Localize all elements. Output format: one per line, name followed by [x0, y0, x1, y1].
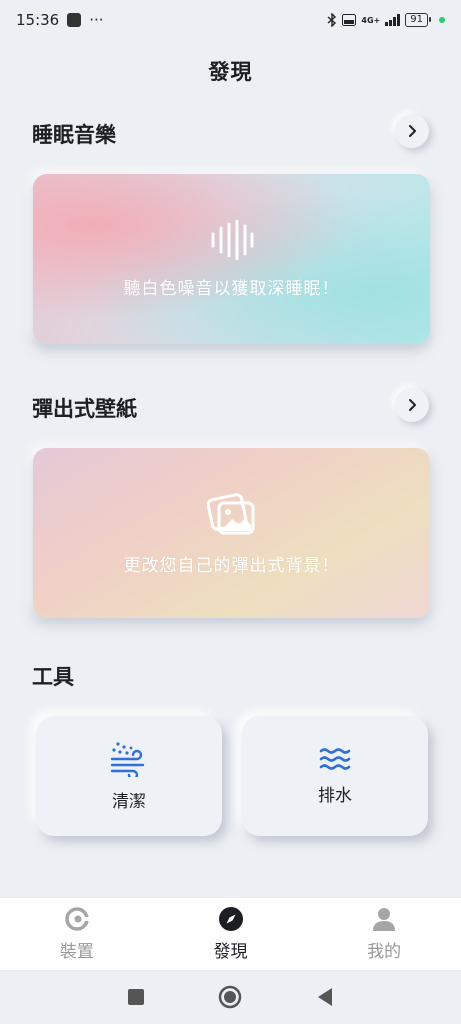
person-icon	[373, 908, 396, 931]
bluetooth-icon	[327, 13, 337, 27]
signal-strength-icon	[385, 14, 401, 26]
nav-item-device[interactable]: 裝置	[0, 898, 154, 970]
back-icon[interactable]	[316, 987, 334, 1007]
nav-label-device: 裝置	[59, 942, 94, 962]
more-notifications-icon: ···	[89, 11, 104, 29]
cleaning-tool-button[interactable]: 清潔	[36, 716, 222, 836]
water-waves-icon	[319, 747, 351, 770]
popup-wallpaper-card[interactable]: 更改您自己的彈出式背景！	[33, 448, 430, 618]
battery-level: 91	[410, 14, 423, 25]
nav-item-mine[interactable]: 我的	[307, 898, 461, 970]
cleaning-tool-label: 清潔	[112, 791, 146, 812]
section-title-popup-wallpaper: 彈出式壁紙	[32, 397, 137, 421]
compass-icon	[218, 907, 243, 931]
network-type-label: 4G+	[361, 15, 381, 25]
sound-wave-icon	[211, 219, 253, 260]
section-title-sleep-music: 睡眠音樂	[32, 123, 116, 147]
section-title-tools: 工具	[32, 665, 74, 689]
battery-icon: 91	[405, 13, 431, 27]
notification-app-icon	[67, 13, 82, 27]
sleep-music-more-button[interactable]	[395, 114, 429, 148]
volte-icon	[342, 14, 357, 26]
sleep-music-card-text: 聽白色噪音以獲取深睡眠！	[123, 278, 340, 299]
chevron-right-icon	[409, 125, 416, 137]
cleaning-wind-icon	[110, 741, 145, 777]
device-icon	[65, 907, 89, 931]
drain-tool-button[interactable]: 排水	[242, 716, 428, 836]
status-bar: 15:36 ··· 4G+ 91	[0, 0, 461, 40]
nav-label-discover: 發現	[213, 942, 248, 962]
status-time: 15:36	[16, 11, 60, 29]
popup-wallpaper-more-button[interactable]	[395, 388, 429, 422]
system-navigation-bar	[0, 970, 461, 1024]
bottom-navigation: 裝置 發現 我的	[0, 898, 461, 970]
nav-label-mine: 我的	[367, 942, 402, 962]
privacy-indicator-dot	[439, 17, 445, 23]
image-gallery-icon	[206, 492, 254, 534]
popup-wallpaper-card-text: 更改您自己的彈出式背景！	[123, 555, 340, 576]
chevron-right-icon	[409, 399, 416, 411]
home-icon[interactable]	[218, 985, 242, 1009]
page-title: 發現	[208, 60, 253, 84]
recent-apps-icon[interactable]	[127, 988, 145, 1006]
nav-item-discover[interactable]: 發現	[154, 898, 308, 970]
sleep-music-card[interactable]: 聽白色噪音以獲取深睡眠！	[33, 174, 430, 344]
drain-tool-label: 排水	[318, 785, 352, 806]
